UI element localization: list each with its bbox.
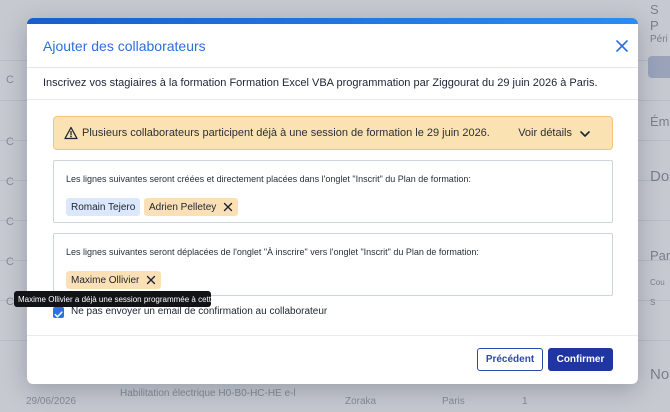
chevron-down-icon[interactable] bbox=[578, 127, 592, 141]
no-email-checkbox-label[interactable]: Ne pas envoyer un email de confirmation … bbox=[71, 306, 327, 317]
previous-button[interactable]: Précédent bbox=[477, 348, 543, 371]
collaborator-chip: Maxime Ollivier bbox=[66, 271, 162, 289]
warning-icon bbox=[64, 126, 78, 140]
conflict-tooltip: Maxime Ollivier a déjà une session progr… bbox=[14, 291, 233, 307]
chip-label: Maxime Ollivier bbox=[71, 274, 140, 286]
add-collaborators-modal: Ajouter des collaborateurs Inscrivez vos… bbox=[27, 18, 638, 384]
moved-lines-text: Les lignes suivantes seront déplacées de… bbox=[66, 247, 479, 257]
chip-label: Romain Tejero bbox=[71, 201, 136, 213]
footer-divider bbox=[27, 335, 638, 336]
close-icon bbox=[616, 40, 628, 52]
created-lines-panel: Les lignes suivantes seront créées et di… bbox=[53, 160, 613, 223]
close-button[interactable] bbox=[612, 36, 632, 56]
moved-lines-panel: Les lignes suivantes seront déplacées de… bbox=[53, 233, 613, 296]
remove-chip-icon[interactable] bbox=[146, 275, 156, 285]
divider bbox=[27, 99, 638, 100]
created-lines-text: Les lignes suivantes seront créées et di… bbox=[66, 174, 471, 184]
modal-title: Ajouter des collaborateurs bbox=[43, 38, 206, 54]
confirm-button[interactable]: Confirmer bbox=[548, 348, 613, 371]
see-details-link[interactable]: Voir détails bbox=[518, 127, 572, 139]
collaborator-chip: Adrien Pelletey bbox=[144, 198, 239, 216]
chip-label: Adrien Pelletey bbox=[149, 201, 217, 213]
remove-chip-icon[interactable] bbox=[223, 202, 233, 212]
warning-banner: Plusieurs collaborateurs participent déj… bbox=[53, 116, 613, 150]
modal-header: Ajouter des collaborateurs bbox=[27, 24, 638, 68]
intro-text: Inscrivez vos stagiaires à la formation … bbox=[43, 77, 598, 89]
collaborator-chip: Romain Tejero bbox=[66, 198, 141, 216]
no-email-checkbox[interactable] bbox=[53, 307, 64, 318]
warning-text: Plusieurs collaborateurs participent déj… bbox=[82, 127, 490, 139]
checkmark-icon bbox=[54, 311, 63, 318]
